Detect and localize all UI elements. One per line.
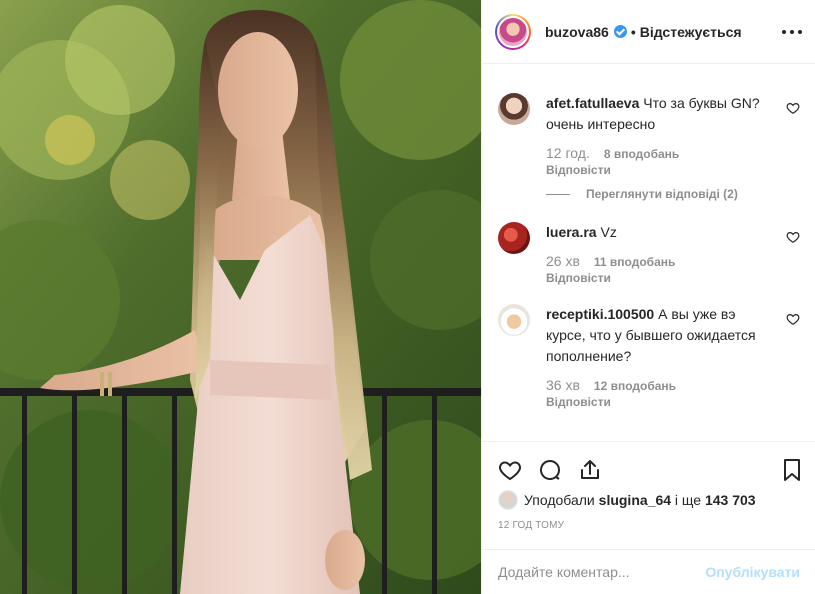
comment-likes[interactable]: 8 вподобань — [604, 147, 679, 161]
reply-button[interactable]: Відповісти — [546, 163, 770, 177]
likes-prefix: Уподобали — [524, 492, 595, 508]
comment-text: Vz — [600, 224, 617, 240]
commenter-username[interactable]: afet.fatullaeva — [546, 95, 639, 111]
commenter-avatar[interactable] — [498, 93, 530, 125]
add-comment-bar: Опублікувати — [482, 549, 815, 594]
comment-meta: 36 хв 12 вподобань — [546, 377, 770, 393]
view-replies-button[interactable]: Переглянути відповіді (2) — [546, 187, 770, 201]
comment-item: receptiki.100500 А вы уже вэ курсе, что … — [498, 304, 800, 409]
comment-input[interactable] — [498, 564, 706, 580]
post-timestamp[interactable]: 12 ГОД ТОМУ — [498, 520, 564, 531]
likes-count[interactable]: 143 703 — [705, 492, 756, 508]
following-button[interactable]: Відстежується — [640, 24, 742, 40]
likes-middle: і ще — [674, 492, 702, 508]
dot-separator: • — [630, 23, 636, 40]
commenter-avatar[interactable] — [498, 222, 530, 254]
comment-meta: 12 год. 8 вподобань — [546, 145, 770, 161]
comment-text-block: luera.ra Vz — [546, 222, 770, 243]
comment-likes[interactable]: 12 вподобань — [594, 379, 676, 393]
commenter-username[interactable]: receptiki.100500 — [546, 306, 654, 322]
verified-icon — [613, 25, 627, 38]
comment-text-block: receptiki.100500 А вы уже вэ курсе, что … — [546, 304, 770, 367]
save-button[interactable] — [776, 454, 808, 486]
comment-likes[interactable]: 11 вподобань — [594, 255, 675, 269]
post-photo[interactable] — [0, 0, 481, 594]
author-username[interactable]: buzova86 — [545, 24, 609, 40]
author-avatar[interactable] — [495, 13, 531, 50]
view-replies-label: Переглянути відповіді (2) — [586, 187, 738, 201]
comment-icon — [540, 460, 560, 480]
post-side-panel: buzova86 • Відстежується afet.fatullaeva… — [481, 0, 815, 594]
commenter-avatar[interactable] — [498, 304, 530, 336]
comment-time[interactable]: 36 хв — [546, 377, 580, 393]
comment-heart-icon[interactable] — [786, 230, 800, 244]
reply-button[interactable]: Відповісти — [546, 271, 770, 285]
comment-item: afet.fatullaeva Что за буквы GN? очень и… — [498, 93, 800, 201]
comment-time[interactable]: 26 хв — [546, 253, 580, 269]
post-photo-illustration — [0, 0, 481, 594]
liker-username[interactable]: slugina_64 — [599, 492, 671, 508]
liker-avatar[interactable] — [498, 490, 518, 510]
comment-heart-icon[interactable] — [786, 312, 800, 326]
post-actions-area: Уподобали slugina_64 і ще 143 703 12 ГОД… — [482, 441, 815, 549]
reply-button[interactable]: Відповісти — [546, 395, 770, 409]
publish-button[interactable]: Опублікувати — [705, 564, 800, 580]
like-button[interactable] — [494, 454, 526, 486]
post-header: buzova86 • Відстежується — [482, 0, 815, 64]
comment-button[interactable] — [534, 454, 566, 486]
heart-icon — [499, 461, 521, 481]
view-replies-line — [546, 193, 570, 195]
comment-heart-icon[interactable] — [786, 101, 800, 115]
likes-summary: Уподобали slugina_64 і ще 143 703 — [498, 490, 756, 510]
share-icon — [581, 460, 599, 479]
more-options-icon[interactable] — [782, 24, 802, 40]
comment-meta: 26 хв 11 вподобань — [546, 253, 770, 269]
share-button[interactable] — [574, 454, 606, 486]
comment-text-block: afet.fatullaeva Что за буквы GN? очень и… — [546, 93, 770, 135]
comment-time[interactable]: 12 год. — [546, 145, 590, 161]
bookmark-icon — [784, 459, 800, 481]
action-bar — [490, 450, 808, 490]
comments-list[interactable]: afet.fatullaeva Что за буквы GN? очень и… — [482, 65, 815, 440]
comment-item: luera.ra Vz 26 хв 11 вподобань Відповіст… — [498, 222, 800, 285]
commenter-username[interactable]: luera.ra — [546, 224, 597, 240]
